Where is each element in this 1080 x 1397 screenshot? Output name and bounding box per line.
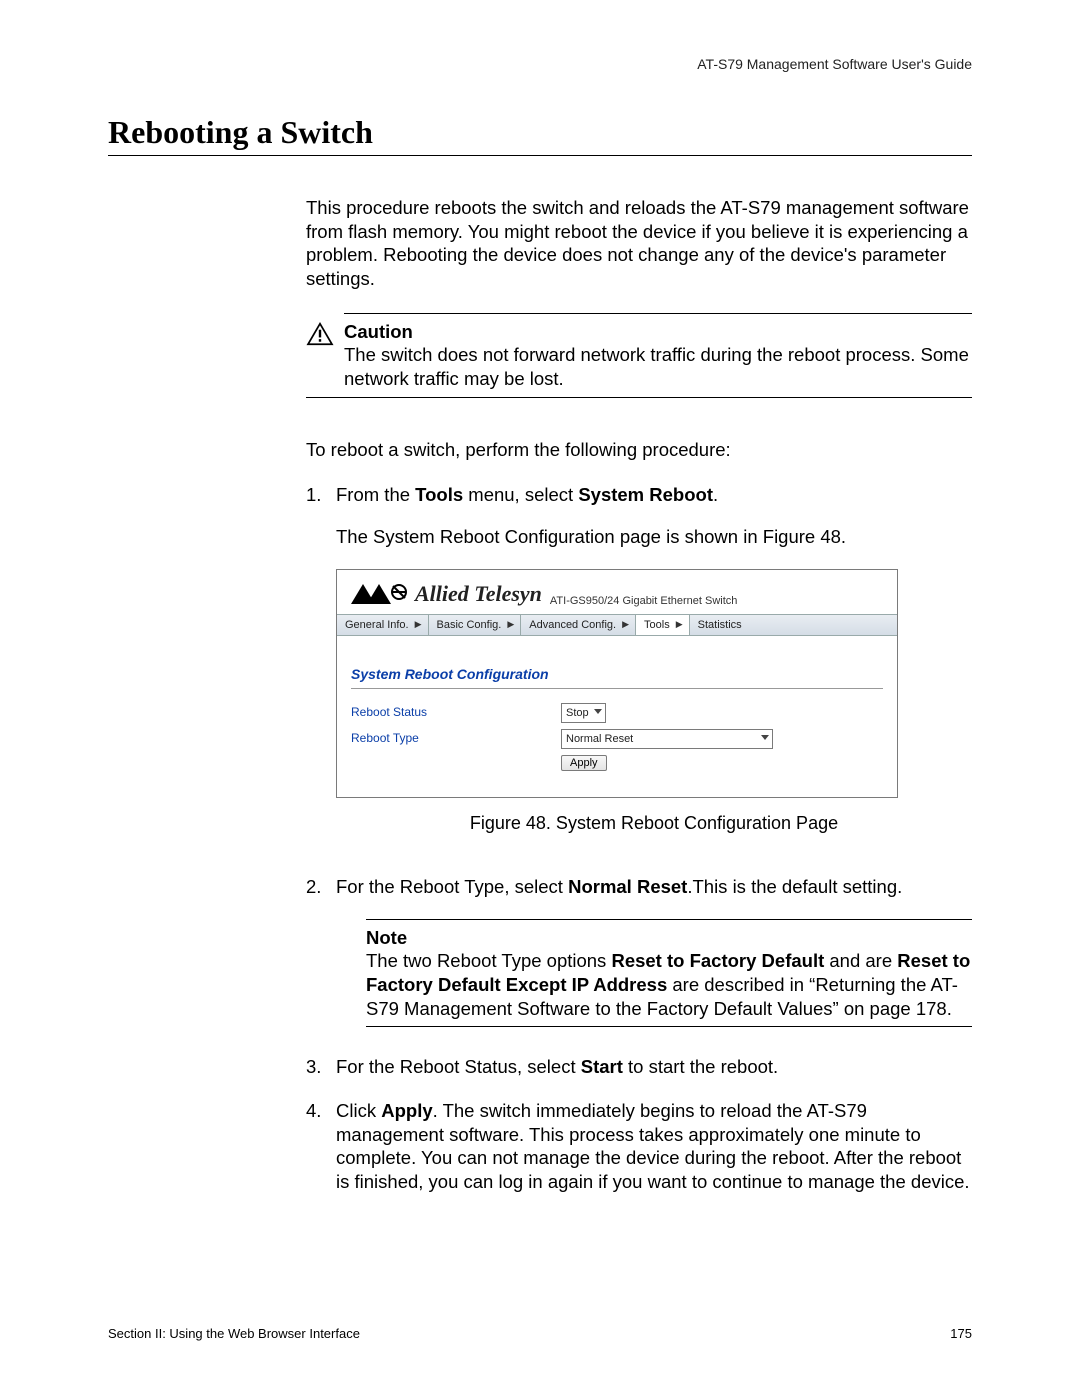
- title-rule: [108, 155, 972, 156]
- text: and are: [824, 950, 897, 971]
- step-body: For the Reboot Type, select Normal Reset…: [336, 875, 972, 1035]
- apply-button[interactable]: Apply: [561, 755, 607, 771]
- menu-statistics[interactable]: Statistics: [690, 615, 748, 635]
- page-title: Rebooting a Switch: [108, 114, 972, 151]
- menu-label: Statistics: [698, 618, 742, 632]
- text: For the Reboot Status, select: [336, 1056, 581, 1077]
- menu-basic-config[interactable]: Basic Config. ▶: [429, 615, 522, 635]
- bold: Tools: [415, 484, 463, 505]
- lead-in: To reboot a switch, perform the followin…: [306, 438, 972, 462]
- text: Click: [336, 1100, 381, 1121]
- menu-label: Tools: [644, 618, 670, 632]
- chevron-right-icon: ▶: [507, 619, 514, 631]
- switch-header: Allied Telesyn ATI-GS950/24 Gigabit Ethe…: [337, 570, 897, 614]
- model-name: ATI-GS950/24 Gigabit Ethernet Switch: [550, 594, 738, 608]
- reboot-status-row: Reboot Status Stop: [351, 703, 883, 723]
- caution-label: Caution: [344, 321, 413, 342]
- figure-caption: Figure 48. System Reboot Configuration P…: [336, 812, 972, 835]
- menu-label: Basic Config.: [437, 618, 502, 632]
- text: From the: [336, 484, 415, 505]
- caution-box: Caution The switch does not forward netw…: [306, 313, 972, 398]
- text: menu, select: [463, 484, 578, 505]
- rule: [306, 397, 972, 398]
- menu-tools[interactable]: Tools ▶: [636, 615, 690, 635]
- step-number: 2.: [306, 875, 336, 1035]
- step-number: 3.: [306, 1055, 336, 1079]
- menu-label: General Info.: [345, 618, 409, 632]
- switch-panel: System Reboot Configuration Reboot Statu…: [337, 636, 897, 797]
- text: The System Reboot Configuration page is …: [336, 525, 972, 549]
- step-body: From the Tools menu, select System Reboo…: [336, 483, 972, 855]
- bold: System Reboot: [578, 484, 713, 505]
- figure-48: Allied Telesyn ATI-GS950/24 Gigabit Ethe…: [336, 569, 972, 798]
- panel-title: System Reboot Configuration: [351, 666, 883, 689]
- footer-section: Section II: Using the Web Browser Interf…: [108, 1326, 360, 1341]
- page: AT-S79 Management Software User's Guide …: [0, 0, 1080, 1397]
- chevron-right-icon: ▶: [415, 619, 422, 631]
- step-body: Click Apply. The switch immediately begi…: [336, 1099, 972, 1194]
- chevron-right-icon: ▶: [622, 619, 629, 631]
- caution-body: The switch does not forward network traf…: [344, 344, 969, 389]
- bold: Start: [581, 1056, 623, 1077]
- reboot-type-select[interactable]: Normal Reset: [561, 729, 773, 749]
- apply-row: Apply: [351, 755, 883, 771]
- step-number: 4.: [306, 1099, 336, 1194]
- reboot-type-row: Reboot Type Normal Reset: [351, 729, 883, 749]
- rule: [344, 313, 972, 314]
- procedure-steps: 1. From the Tools menu, select System Re…: [306, 483, 972, 1193]
- switch-ui: Allied Telesyn ATI-GS950/24 Gigabit Ethe…: [336, 569, 898, 798]
- brand-logo: Allied Telesyn: [351, 580, 542, 608]
- page-footer: Section II: Using the Web Browser Interf…: [108, 1326, 972, 1341]
- page-number: 175: [950, 1326, 972, 1341]
- body-column: This procedure reboots the switch and re…: [306, 196, 972, 1194]
- text: The two Reboot Type options: [366, 950, 611, 971]
- chevron-right-icon: ▶: [676, 619, 683, 631]
- select-value: Normal Reset: [566, 732, 633, 746]
- text: to start the reboot.: [623, 1056, 778, 1077]
- step-4: 4. Click Apply. The switch immediately b…: [306, 1099, 972, 1194]
- select-value: Stop: [566, 706, 589, 720]
- reboot-type-label: Reboot Type: [351, 731, 561, 746]
- rule: [366, 1026, 972, 1027]
- reboot-status-label: Reboot Status: [351, 705, 561, 720]
- brand-name: Allied Telesyn: [415, 580, 542, 608]
- bold: Apply: [381, 1100, 432, 1121]
- menu-general-info[interactable]: General Info. ▶: [337, 615, 429, 635]
- step-body: For the Reboot Status, select Start to s…: [336, 1055, 972, 1079]
- step-1: 1. From the Tools menu, select System Re…: [306, 483, 972, 855]
- reboot-status-select[interactable]: Stop: [561, 703, 606, 723]
- rule: [366, 919, 972, 920]
- caution-icon: [306, 322, 336, 352]
- text: .: [713, 484, 718, 505]
- menu-advanced-config[interactable]: Advanced Config. ▶: [521, 615, 636, 635]
- switch-menubar: General Info. ▶ Basic Config. ▶ Advanced C…: [337, 614, 897, 636]
- running-head: AT-S79 Management Software User's Guide: [697, 56, 972, 72]
- bold: Reset to Factory Default: [611, 950, 824, 971]
- intro-paragraph: This procedure reboots the switch and re…: [306, 196, 972, 291]
- menu-label: Advanced Config.: [529, 618, 616, 632]
- caution-text: Caution The switch does not forward netw…: [344, 320, 972, 391]
- step-number: 1.: [306, 483, 336, 855]
- step-2: 2. For the Reboot Type, select Normal Re…: [306, 875, 972, 1035]
- bold: Normal Reset: [568, 876, 687, 897]
- text: .This is the default setting.: [687, 876, 902, 897]
- allied-logo-icon: [351, 584, 409, 604]
- note-label: Note: [366, 927, 407, 948]
- note-box: Note The two Reboot Type options Reset t…: [366, 919, 972, 1028]
- text: For the Reboot Type, select: [336, 876, 568, 897]
- step-3: 3. For the Reboot Status, select Start t…: [306, 1055, 972, 1079]
